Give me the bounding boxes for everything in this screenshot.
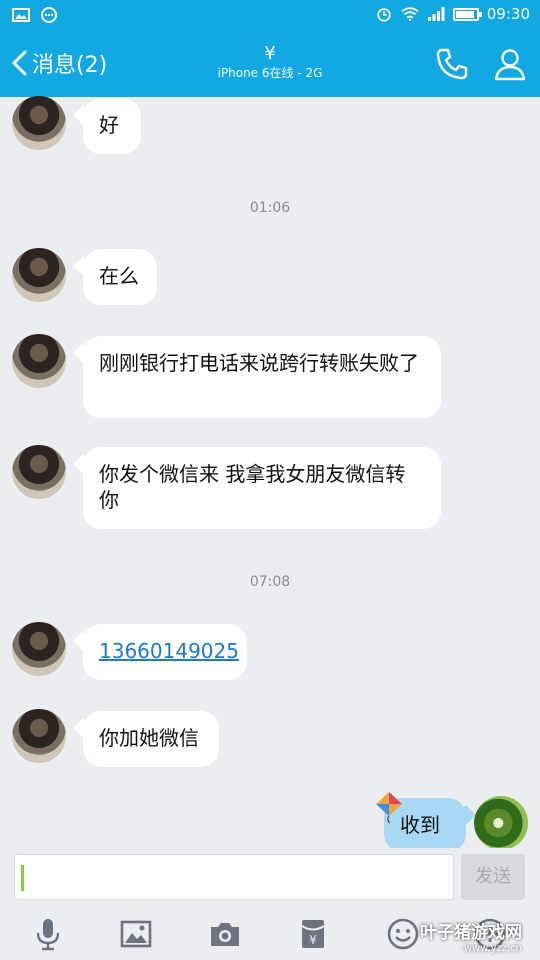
alarm-icon [377,8,391,22]
message-bubble[interactable]: 好 [83,98,141,154]
timestamp: 01:06 [249,200,291,216]
message-text: 收到 [400,813,440,837]
svg-text:¥: ¥ [309,933,317,947]
message-text: 刚刚银行打电话来说跨行转账失败了 [99,351,419,375]
chat-notification-icon [41,7,57,23]
contact-avatar[interactable] [12,96,66,150]
status-bar: 09:30 [0,0,540,32]
contact-avatar[interactable] [12,622,66,676]
back-button[interactable]: 消息(2) [10,47,107,79]
phone-call-icon[interactable] [434,46,470,82]
status-time: 09:30 [486,5,530,23]
title-bar: 消息(2) ¥ iPhone 6在线 - 2G [0,32,540,97]
emoji-icon[interactable] [385,916,421,952]
composer: 发送 [0,848,540,908]
contact-name: ¥ [264,43,276,64]
my-avatar[interactable] [474,796,528,850]
message-bubble[interactable]: 13660149025 [83,624,247,680]
contact-avatar[interactable] [12,248,66,302]
chat-title: ¥ iPhone 6在线 - 2G [170,44,370,82]
camera-icon[interactable] [207,916,243,952]
wifi-icon [401,7,419,22]
message-bubble[interactable]: 你加她微信 [83,711,219,767]
message-text: 你加她微信 [99,726,199,750]
message-bubble[interactable]: 你发个微信来 我拿我女朋友微信转你 [83,447,441,529]
kite-bubble-decoration-icon [376,792,402,824]
microphone-icon[interactable] [30,916,66,952]
send-button[interactable]: 发送 [461,854,525,900]
watermark-sub: www.yzz.cn [463,943,522,954]
timestamp: 07:08 [249,574,291,590]
contact-avatar[interactable] [12,334,66,388]
message-text: 你发个微信来 我拿我女朋友微信转你 [99,462,406,512]
image-notification-icon [12,8,30,22]
back-label: 消息(2) [32,53,108,78]
signal-icon [427,7,445,21]
message-bubble[interactable]: 刚刚银行打电话来说跨行转账失败了 [83,336,441,418]
watermark: 叶子猪游戏网 www.yzz.cn [420,918,522,954]
message-input[interactable] [14,854,454,900]
contact-status: iPhone 6在线 - 2G [217,66,323,80]
phone-number-link[interactable]: 13660149025 [99,639,239,663]
message-bubble[interactable]: 在么 [83,249,157,305]
contact-avatar[interactable] [12,709,66,763]
red-packet-icon[interactable]: ¥ [295,916,331,952]
message-text: 好 [99,113,119,137]
message-text: 在么 [99,264,139,288]
profile-icon[interactable] [492,46,528,82]
image-icon[interactable] [118,916,154,952]
chevron-left-icon [11,50,27,76]
text-caret [21,865,24,891]
watermark-main: 叶子猪游戏网 [420,923,522,943]
battery-icon [452,7,482,21]
contact-avatar[interactable] [12,445,66,499]
